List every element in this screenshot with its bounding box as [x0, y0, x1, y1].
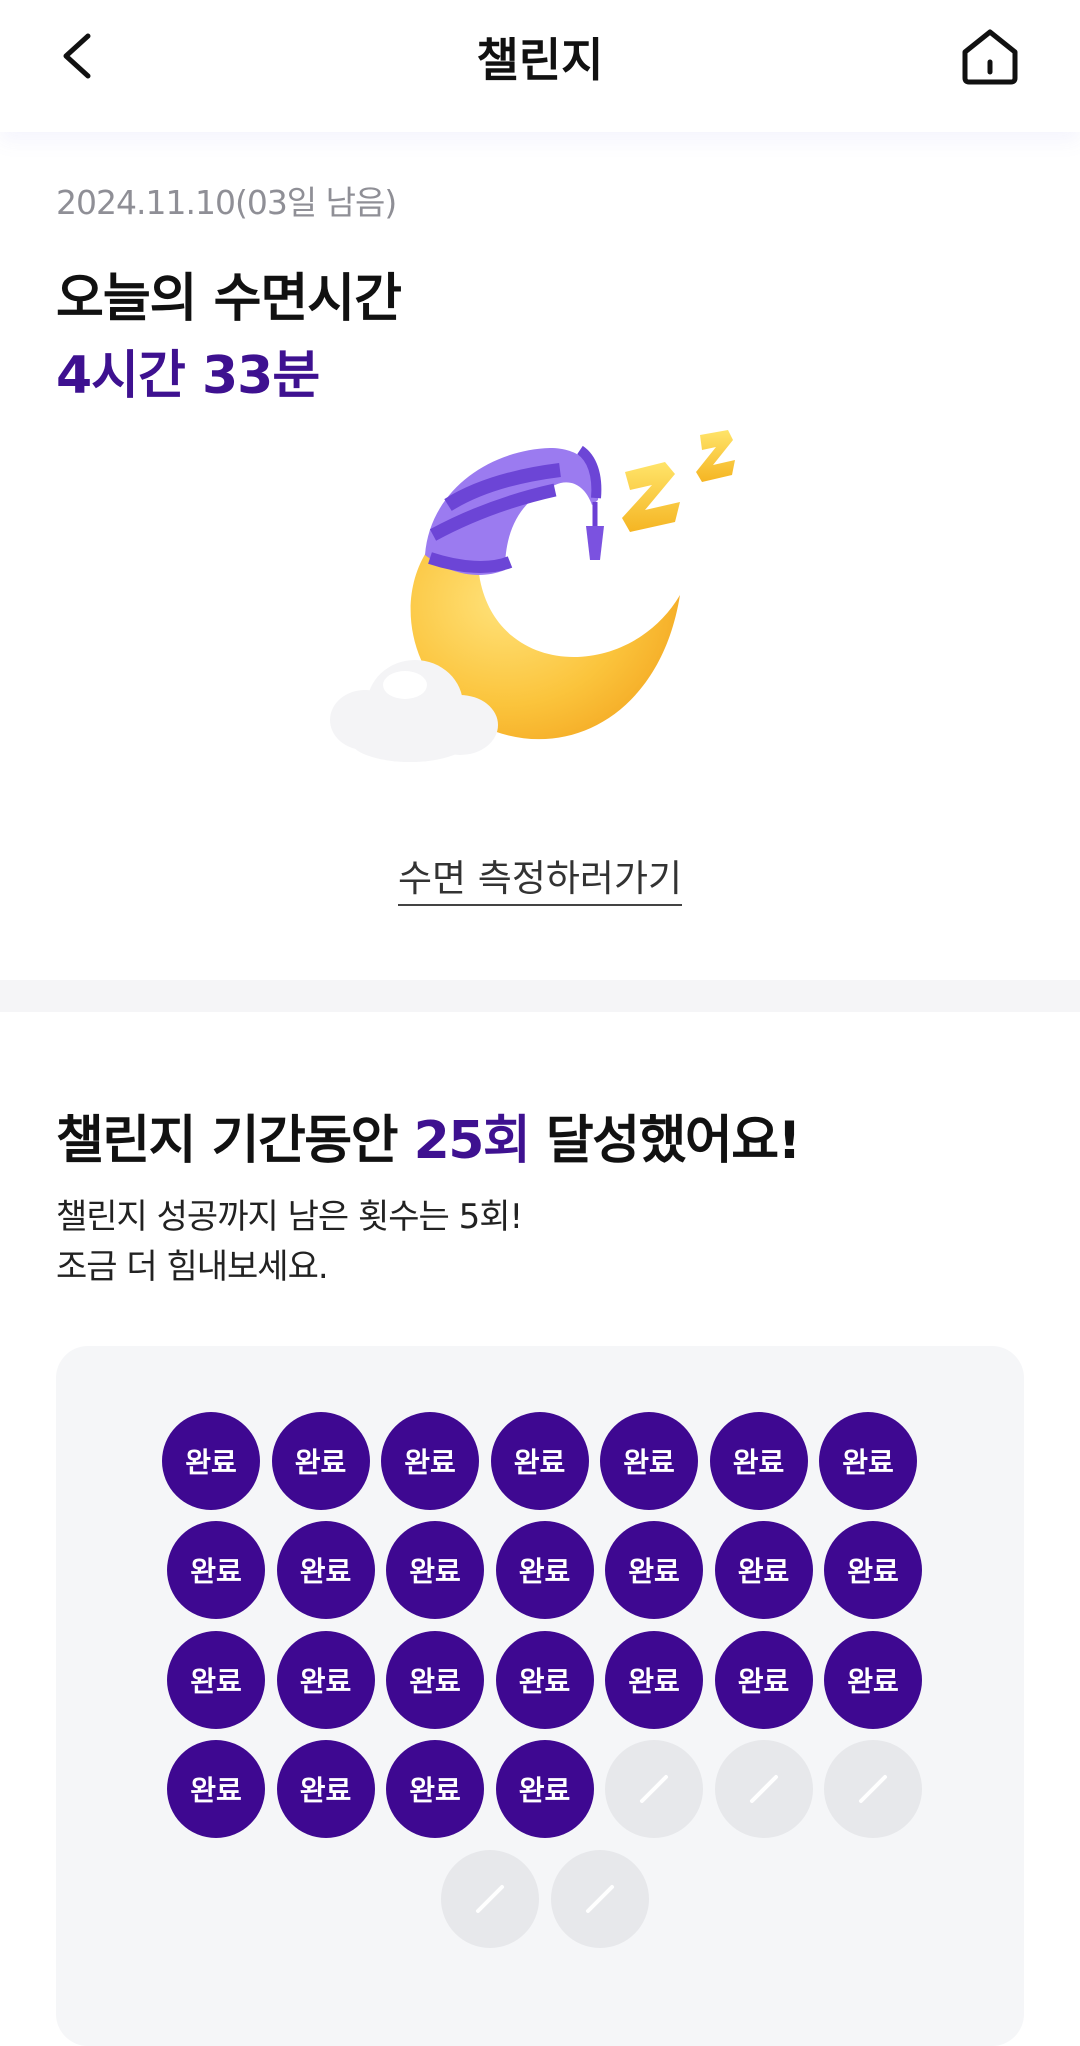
stamp-completed: 완료 [490, 1412, 589, 1510]
stamp-pending [824, 1740, 922, 1838]
stamp-completed: 완료 [386, 1631, 484, 1729]
stamp-completed: 완료 [276, 1631, 375, 1729]
stamp-completed: 완료 [824, 1521, 922, 1619]
stamp-completed: 완료 [605, 1631, 703, 1729]
stamp-pending [714, 1740, 813, 1838]
section-divider [0, 980, 1080, 1012]
stamp-completed: 완료 [495, 1740, 594, 1838]
challenge-date: 2024.11.10(03일 남음) [56, 183, 397, 222]
stamp-completed: 완료 [381, 1412, 479, 1510]
stamp-completed: 완료 [824, 1631, 922, 1729]
page-title: 챌린지 [476, 33, 604, 87]
stamp-completed: 완료 [386, 1740, 484, 1838]
stamp-completed: 완료 [495, 1631, 594, 1729]
achievement-count: 25회 [413, 1111, 531, 1171]
stamp-pending [441, 1850, 539, 1948]
go-measure-sleep-label: 수면 측정하러가기 [397, 857, 683, 906]
stamp-completed: 완료 [714, 1631, 813, 1729]
stamp-completed: 완료 [386, 1521, 484, 1619]
stamp-board: 완료 완료 완료 완료 완료 완료 완료 완료 완료 완료 완료 완료 완료 완료 완료 완료 완료 완료 완료 완료… [56, 1346, 1024, 2046]
app-header: 챌린지 [0, 0, 1080, 132]
stamp-pending [550, 1850, 649, 1948]
stamp-completed: 완료 [495, 1521, 594, 1619]
achievement-desc-line-1: 챌린지 성공까지 남은 횟수는 5회! [56, 1197, 523, 1237]
stamp-completed: 완료 [709, 1412, 808, 1510]
stamp-completed: 완료 [605, 1521, 703, 1619]
achievement-title: 챌린지 기간동안 25회 달성했어요! [56, 1098, 801, 1173]
sleeping-moon-illustration [330, 430, 735, 762]
stamp-completed: 완료 [167, 1521, 265, 1619]
stamp-completed: 완료 [271, 1412, 370, 1510]
sleep-time-label: 오늘의 수면시간 [56, 269, 402, 329]
stamp-completed: 완료 [600, 1412, 698, 1510]
achievement-title-prefix: 챌린지 기간동안 [56, 1111, 414, 1171]
achievement-description: 챌린지 성공까지 남은 횟수는 5회! 조금 더 힘내보세요. [56, 1192, 523, 1292]
stamp-completed: 완료 [714, 1521, 813, 1619]
home-button[interactable] [957, 24, 1023, 90]
stamp-completed: 완료 [167, 1631, 265, 1729]
stamp-completed: 완료 [276, 1521, 375, 1619]
stamp-completed: 완료 [167, 1740, 265, 1838]
stamp-pending [605, 1740, 703, 1838]
sleep-time-value: 4시간 33분 [56, 346, 320, 406]
stamp-completed: 완료 [276, 1740, 375, 1838]
go-measure-sleep-link[interactable]: 수면 측정하러가기 [0, 848, 1080, 906]
stamp-completed: 완료 [819, 1412, 917, 1510]
achievement-title-suffix: 달성했어요! [529, 1111, 801, 1171]
stamp-completed: 완료 [162, 1412, 260, 1510]
achievement-desc-line-2: 조금 더 힘내보세요. [56, 1247, 329, 1287]
